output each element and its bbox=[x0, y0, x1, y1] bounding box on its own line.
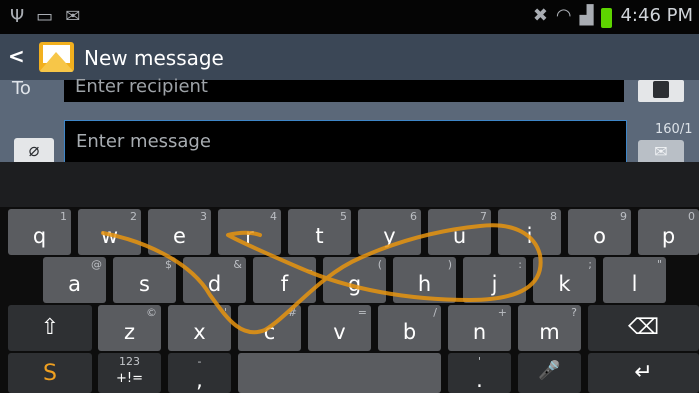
key-z[interactable]: © z bbox=[98, 305, 161, 351]
keyboard-suggestion-bar bbox=[0, 162, 699, 207]
key-t[interactable]: 5t bbox=[288, 209, 351, 255]
page-title: New message bbox=[84, 46, 224, 70]
recipient-input[interactable]: Enter recipient bbox=[64, 78, 624, 102]
voice-input-key[interactable]: 🎤 bbox=[518, 353, 581, 393]
wifi-icon: ◠ bbox=[555, 5, 572, 26]
key-x[interactable]: ' x bbox=[168, 305, 231, 351]
key-k[interactable]: ; k bbox=[533, 257, 596, 303]
key-w[interactable]: 2w bbox=[78, 209, 141, 255]
gmail-icon: ✉ bbox=[65, 6, 81, 27]
contact-icon bbox=[653, 81, 669, 98]
swype-icon: S bbox=[43, 361, 57, 386]
contact-picker-button[interactable] bbox=[638, 80, 684, 102]
key-j[interactable]: :j bbox=[463, 257, 526, 303]
key-s[interactable]: $ s bbox=[113, 257, 176, 303]
message-input[interactable]: Enter message bbox=[64, 120, 627, 162]
key-h[interactable]: ) h bbox=[393, 257, 456, 303]
to-label: To bbox=[12, 78, 31, 99]
swype-key[interactable]: S bbox=[8, 353, 92, 393]
mute-icon: ✖ bbox=[532, 5, 548, 26]
send-icon: ✉ bbox=[654, 142, 668, 161]
messaging-app-icon[interactable] bbox=[39, 42, 74, 72]
paperclip-icon: ⌀ bbox=[28, 140, 40, 161]
symbols-key[interactable]: 123 +!= bbox=[98, 353, 161, 393]
key-a[interactable]: @ a bbox=[43, 257, 106, 303]
keyboard: 1q 2w 3e 4r 5t 6y 7u 8i 9o 0p @ a $ s & d _… bbox=[0, 207, 699, 393]
enter-key[interactable]: ↵ bbox=[588, 353, 699, 393]
key-c[interactable]: # c bbox=[238, 305, 301, 351]
key-n[interactable]: + n bbox=[448, 305, 511, 351]
space-key[interactable] bbox=[238, 353, 441, 393]
usb-icon: Ψ bbox=[10, 6, 25, 27]
key-e[interactable]: 3e bbox=[148, 209, 211, 255]
key-r[interactable]: 4r bbox=[218, 209, 281, 255]
key-q[interactable]: 1q bbox=[8, 209, 71, 255]
key-u[interactable]: 7u bbox=[428, 209, 491, 255]
period-key[interactable]: ' . bbox=[448, 353, 511, 393]
send-button[interactable]: ✉ bbox=[638, 140, 684, 162]
signal-icon: ▟ bbox=[579, 5, 594, 26]
key-b[interactable]: / b bbox=[378, 305, 441, 351]
keyboard-icon: ▭ bbox=[36, 6, 54, 27]
shift-icon: ⇧ bbox=[40, 315, 60, 340]
battery-icon bbox=[601, 8, 613, 28]
clock: 4:46 PM bbox=[620, 5, 693, 26]
shift-key[interactable]: ⇧ bbox=[8, 305, 92, 351]
key-p[interactable]: 0p bbox=[638, 209, 699, 255]
key-v[interactable]: = v bbox=[308, 305, 371, 351]
key-o[interactable]: 9o bbox=[568, 209, 631, 255]
attach-button[interactable]: ⌀ bbox=[14, 138, 54, 162]
key-g[interactable]: (g bbox=[323, 257, 386, 303]
character-counter: 160/1 bbox=[655, 122, 693, 137]
comma-key[interactable]: - , bbox=[168, 353, 231, 393]
key-y[interactable]: 6y bbox=[358, 209, 421, 255]
key-i[interactable]: 8i bbox=[498, 209, 561, 255]
key-m[interactable]: ? m bbox=[518, 305, 581, 351]
enter-icon: ↵ bbox=[634, 360, 653, 385]
key-d[interactable]: & d bbox=[183, 257, 246, 303]
delete-key[interactable]: ⌫ bbox=[588, 305, 699, 351]
backspace-icon: ⌫ bbox=[627, 315, 660, 340]
key-l[interactable]: " l bbox=[603, 257, 666, 303]
action-bar: < New message bbox=[0, 34, 699, 80]
compose-area: To Enter recipient ⌀ Enter message 160/1… bbox=[0, 78, 699, 162]
status-bar: Ψ ▭ ✉ ✖ ◠ ▟ 4:46 PM bbox=[0, 0, 699, 34]
back-button[interactable]: < bbox=[8, 44, 25, 68]
microphone-icon: 🎤 bbox=[538, 360, 561, 381]
key-f[interactable]: _ f bbox=[253, 257, 316, 303]
